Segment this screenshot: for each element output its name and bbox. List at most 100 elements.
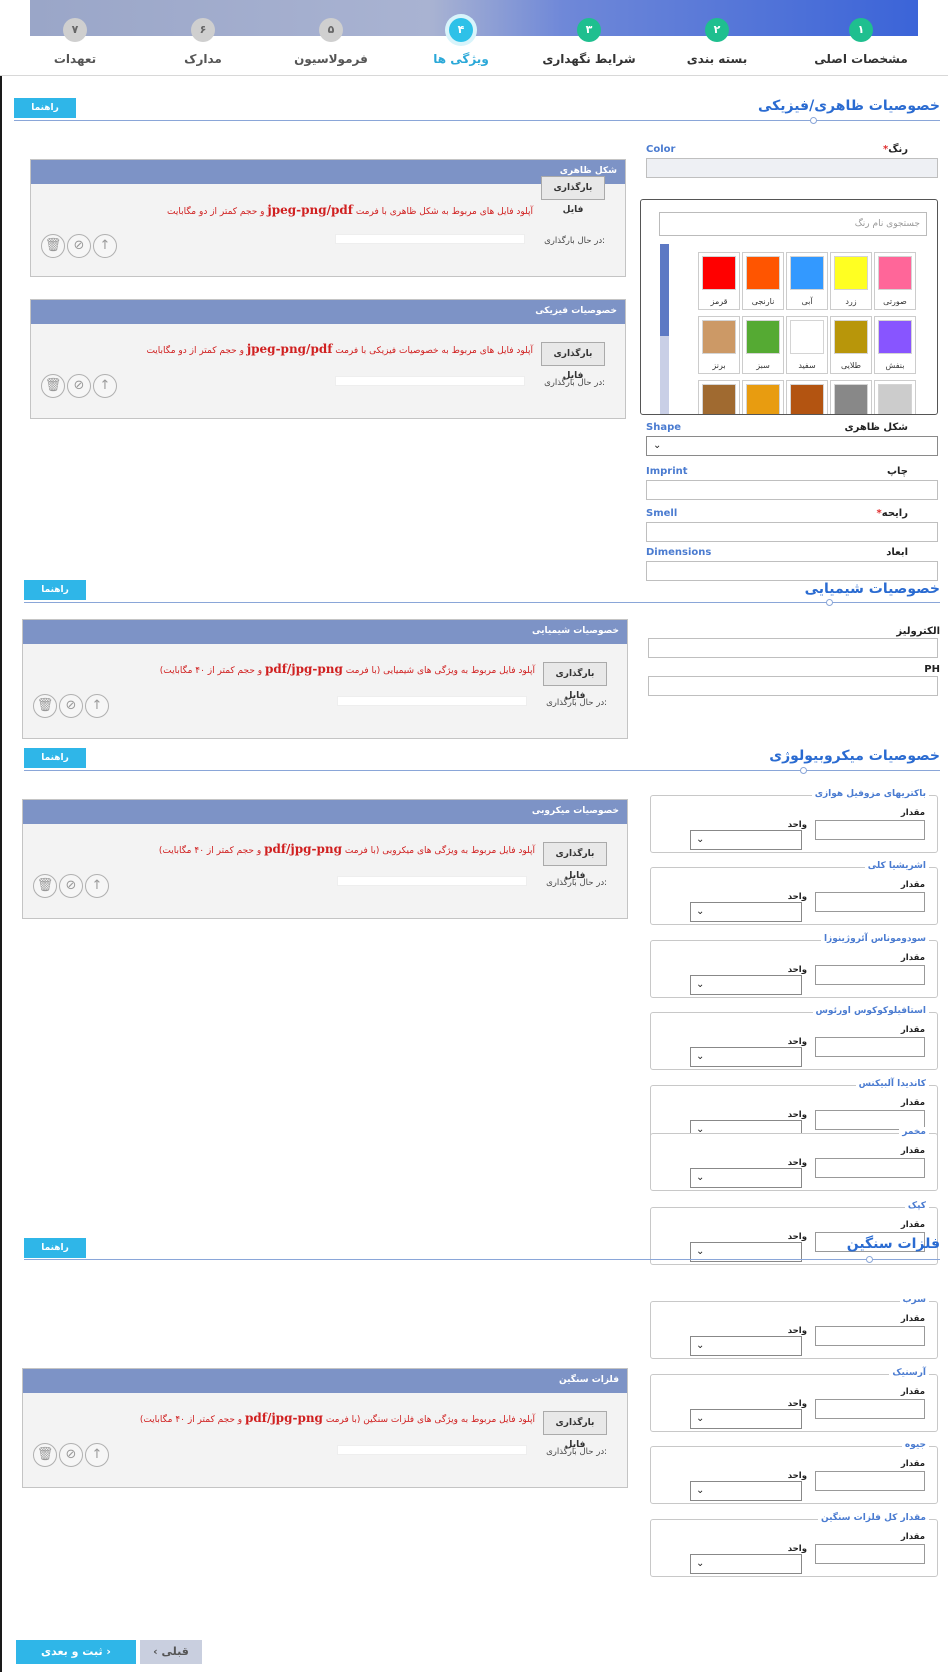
upload-file-button[interactable]: بارگذاری فایل <box>543 662 607 701</box>
color-swatch[interactable]: طلایی <box>830 316 872 374</box>
measure-group: جیوه مقدار واحد ⌄ <box>650 1440 938 1504</box>
ph-label: PH <box>924 664 940 675</box>
electrolyte-label: الکترولیز <box>896 626 940 637</box>
upload-icon[interactable]: ↑ <box>85 874 109 898</box>
trash-icon[interactable]: 🗑 <box>33 694 57 718</box>
upload-note: آپلود فایل مربوط به ویژگی های فلزات سنگی… <box>139 1411 535 1425</box>
amount-input[interactable] <box>815 892 925 912</box>
color-swatch[interactable]: زرد <box>830 252 872 310</box>
trash-icon[interactable]: 🗑 <box>41 374 65 398</box>
unit-select[interactable]: ⌄ <box>690 830 802 850</box>
color-swatch[interactable]: قرمز <box>698 252 740 310</box>
upload-actions: 🗑 ⊘ ↑ <box>41 374 119 398</box>
color-swatch[interactable]: نارنجی <box>742 252 784 310</box>
step-formulation[interactable]: ۵ فرمولاسیون <box>256 18 406 66</box>
upload-file-button[interactable]: بارگذاری فایل <box>543 1411 607 1450</box>
swatch-color <box>834 384 868 414</box>
guide-button[interactable]: راهنما <box>24 1238 86 1258</box>
group-title: مخمر <box>899 1127 929 1137</box>
color-swatch[interactable] <box>830 380 872 414</box>
unit-select[interactable]: ⌄ <box>690 975 802 995</box>
trash-icon[interactable]: 🗑 <box>33 1443 57 1467</box>
unit-select[interactable]: ⌄ <box>690 1336 802 1356</box>
color-swatch[interactable] <box>698 380 740 414</box>
cancel-icon[interactable]: ⊘ <box>59 1443 83 1467</box>
color-swatch[interactable]: سفید <box>786 316 828 374</box>
upload-icon[interactable]: ↑ <box>93 234 117 258</box>
unit-label: واحد <box>787 1399 807 1409</box>
step-main-info[interactable]: ۱ مشخصات اصلی <box>786 18 936 66</box>
upload-icon[interactable]: ↑ <box>85 1443 109 1467</box>
measure-group: مخمر مقدار واحد ⌄ <box>650 1127 938 1191</box>
chevron-down-icon: ⌄ <box>696 906 705 917</box>
amount-input[interactable] <box>815 1471 925 1491</box>
unit-select[interactable]: ⌄ <box>690 1409 802 1429</box>
upload-note: آپلود فایل مربوط به ویژگی های میکروبی (ب… <box>158 842 535 856</box>
panel-header: خصوصیات فیزیکی <box>31 300 625 324</box>
dimensions-label-en: Dimensions <box>646 547 712 558</box>
unit-select[interactable]: ⌄ <box>690 1554 802 1574</box>
dimensions-input[interactable] <box>646 561 938 581</box>
color-field[interactable] <box>646 158 938 178</box>
upload-file-button[interactable]: بارگذاری فایل <box>543 842 607 881</box>
group-title: سودوموناس آئروژینوزا <box>820 934 929 944</box>
cancel-icon[interactable]: ⊘ <box>59 874 83 898</box>
upload-file-button[interactable]: بارگذاری فایل <box>541 342 605 381</box>
amount-input[interactable] <box>815 1326 925 1346</box>
group-title: مقدار کل فلزات سنگین <box>817 1513 929 1523</box>
trash-icon[interactable]: 🗑 <box>33 874 57 898</box>
upload-progress <box>337 876 527 886</box>
unit-select[interactable]: ⌄ <box>690 1047 802 1067</box>
guide-button[interactable]: راهنما <box>24 748 86 768</box>
cancel-icon[interactable]: ⊘ <box>67 374 91 398</box>
section-divider <box>24 1259 940 1260</box>
chevron-down-icon: ⌄ <box>696 1246 705 1257</box>
upload-icon[interactable]: ↑ <box>85 694 109 718</box>
step-packaging[interactable]: ۲ بسته بندی <box>642 18 792 66</box>
shape-select[interactable]: ⌄ <box>646 436 938 456</box>
ph-input[interactable] <box>648 676 938 696</box>
swatch-color <box>746 256 780 290</box>
color-swatch[interactable] <box>874 380 916 414</box>
color-swatch[interactable]: صورتی <box>874 252 916 310</box>
amount-input[interactable] <box>815 1158 925 1178</box>
dimensions-label: ابعاد <box>886 547 908 558</box>
picker-scrollbar[interactable] <box>660 244 669 414</box>
unit-select[interactable]: ⌄ <box>690 902 802 922</box>
previous-button[interactable]: ‹ قبلی <box>140 1640 202 1664</box>
amount-input[interactable] <box>815 965 925 985</box>
cancel-icon[interactable]: ⊘ <box>67 234 91 258</box>
color-label-en: Color <box>646 144 676 155</box>
amount-input[interactable] <box>815 820 925 840</box>
upload-file-button[interactable]: بارگذاری فایل <box>541 176 605 215</box>
step-number: ۵ <box>319 18 343 42</box>
unit-label: واحد <box>787 1110 807 1120</box>
cancel-icon[interactable]: ⊘ <box>59 694 83 718</box>
guide-button[interactable]: راهنما <box>14 98 76 118</box>
color-swatch[interactable]: آبی <box>786 252 828 310</box>
trash-icon[interactable]: 🗑 <box>41 234 65 258</box>
electrolyte-input[interactable] <box>648 638 938 658</box>
imprint-label: چاپ <box>886 466 908 477</box>
amount-input[interactable] <box>815 1544 925 1564</box>
save-next-button[interactable]: ثبت و بعدی › <box>16 1640 136 1664</box>
unit-select[interactable]: ⌄ <box>690 1168 802 1188</box>
smell-input[interactable] <box>646 522 938 542</box>
upload-icon[interactable]: ↑ <box>93 374 117 398</box>
color-search-input[interactable]: جستجوی نام رنگ <box>659 212 927 236</box>
scrollbar-thumb[interactable] <box>660 244 669 336</box>
step-number: ۳ <box>577 18 601 42</box>
amount-input[interactable] <box>815 1399 925 1419</box>
step-label: فرمولاسیون <box>294 52 368 66</box>
color-swatch[interactable] <box>786 380 828 414</box>
swatch-color <box>790 256 824 290</box>
color-swatch[interactable] <box>742 380 784 414</box>
guide-button[interactable]: راهنما <box>24 580 86 600</box>
amount-input[interactable] <box>815 1037 925 1057</box>
color-swatch[interactable]: برنز <box>698 316 740 374</box>
unit-select[interactable]: ⌄ <box>690 1481 802 1501</box>
imprint-input[interactable] <box>646 480 938 500</box>
color-swatch[interactable]: بنفش <box>874 316 916 374</box>
color-swatch[interactable]: سبز <box>742 316 784 374</box>
panel-header: شکل ظاهری <box>31 160 625 184</box>
